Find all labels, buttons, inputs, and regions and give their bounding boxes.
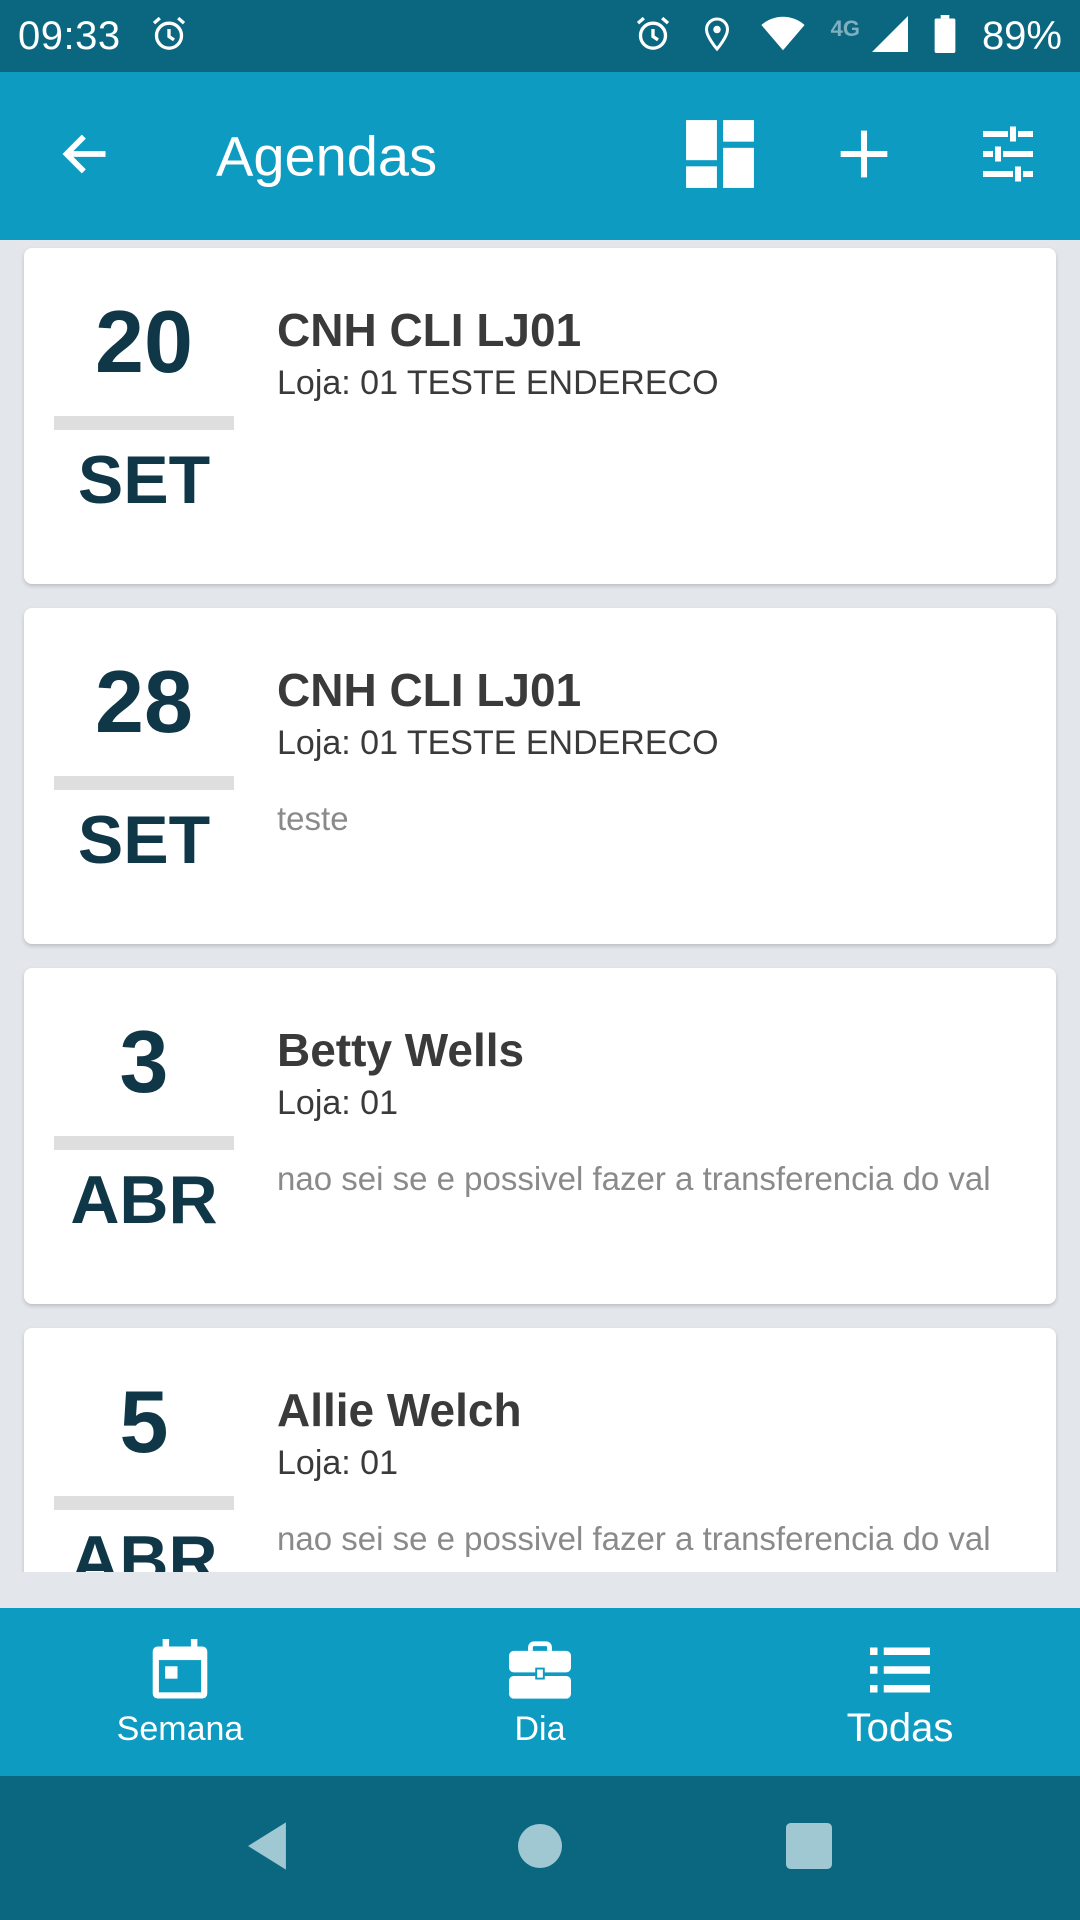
nav-dia[interactable]: Dia	[360, 1608, 720, 1776]
nav-label: Dia	[514, 1710, 566, 1748]
status-bar: 09:33 4G 89%	[0, 0, 1080, 72]
network-type-label: 4G	[830, 16, 860, 41]
nav-label: Todas	[846, 1706, 954, 1750]
agenda-card[interactable]: 5 ABR Allie Welch Loja: 01 nao sei se e …	[24, 1328, 1056, 1572]
filter-button[interactable]	[966, 114, 1050, 198]
date-day: 3	[119, 1012, 169, 1111]
dashboard-icon	[683, 117, 757, 196]
card-title: Betty Wells	[277, 1024, 525, 1076]
date-block: 20 SET	[54, 248, 234, 584]
battery-percentage: 89%	[981, 13, 1062, 58]
date-block: 3 ABR	[54, 968, 234, 1304]
card-title: CNH CLI LJ01	[277, 664, 582, 716]
nav-todas[interactable]: Todas	[720, 1608, 1080, 1776]
dashboard-button[interactable]	[678, 114, 762, 198]
agenda-card[interactable]: 20 SET CNH CLI LJ01 Loja: 01 TESTE ENDER…	[24, 248, 1056, 584]
signal-icon	[871, 15, 908, 57]
card-info: Betty Wells Loja: 01 nao sei se e possiv…	[277, 1024, 1017, 1199]
nav-label: Semana	[116, 1710, 244, 1748]
calendar-icon	[148, 1638, 212, 1702]
date-divider	[54, 1496, 234, 1510]
date-block: 28 SET	[54, 608, 234, 944]
circle-home-icon	[518, 1823, 562, 1873]
page-title: Agendas	[216, 124, 438, 188]
card-subtitle: Loja: 01	[277, 1443, 398, 1482]
card-title: Allie Welch	[277, 1384, 522, 1436]
add-icon	[836, 126, 892, 187]
date-month: ABR	[70, 1522, 218, 1572]
card-info: CNH CLI LJ01 Loja: 01 TESTE ENDERECO tes…	[277, 664, 1017, 839]
nav-semana[interactable]: Semana	[0, 1608, 360, 1776]
card-note: nao sei se e possivel fazer a transferen…	[277, 1159, 991, 1197]
date-day: 28	[95, 652, 193, 751]
status-time: 09:33	[18, 13, 121, 58]
triangle-back-icon	[243, 1820, 291, 1877]
date-month: ABR	[70, 1162, 218, 1238]
system-back-button[interactable]	[227, 1808, 307, 1888]
card-info: CNH CLI LJ01 Loja: 01 TESTE ENDERECO	[277, 304, 1017, 404]
date-day: 20	[95, 292, 193, 391]
card-note: teste	[277, 799, 349, 837]
system-recents-button[interactable]	[769, 1808, 849, 1888]
briefcase-icon	[508, 1638, 572, 1702]
wifi-icon	[760, 16, 805, 57]
agenda-list[interactable]: 20 SET CNH CLI LJ01 Loja: 01 TESTE ENDER…	[0, 240, 1080, 1572]
agenda-card[interactable]: 3 ABR Betty Wells Loja: 01 nao sei se e …	[24, 968, 1056, 1304]
add-button[interactable]	[822, 114, 906, 198]
date-divider	[54, 776, 234, 790]
date-divider	[54, 1136, 234, 1150]
card-note: nao sei se e possivel fazer a transferen…	[277, 1519, 991, 1557]
system-navigation	[0, 1776, 1080, 1920]
system-home-button[interactable]	[500, 1808, 580, 1888]
date-day: 5	[119, 1372, 169, 1471]
date-month: SET	[77, 802, 211, 878]
card-subtitle: Loja: 01	[277, 1083, 398, 1122]
date-month: SET	[77, 442, 211, 518]
date-divider	[54, 416, 234, 430]
date-block: 5 ABR	[54, 1328, 234, 1572]
arrow-back-icon	[60, 128, 112, 185]
bottom-navigation: Semana Dia Todas	[0, 1608, 1080, 1776]
app-bar: Agendas	[0, 72, 1080, 240]
card-title: CNH CLI LJ01	[277, 304, 582, 356]
tune-icon	[978, 124, 1038, 189]
card-info: Allie Welch Loja: 01 nao sei se e possiv…	[277, 1384, 1017, 1559]
square-recents-icon	[786, 1822, 832, 1874]
back-button[interactable]	[54, 124, 118, 188]
list-icon	[868, 1638, 932, 1702]
card-subtitle: Loja: 01 TESTE ENDERECO	[277, 723, 719, 762]
agenda-card[interactable]: 28 SET CNH CLI LJ01 Loja: 01 TESTE ENDER…	[24, 608, 1056, 944]
alarm-icon	[633, 14, 673, 59]
card-subtitle: Loja: 01 TESTE ENDERECO	[277, 363, 719, 402]
alarm-icon	[149, 14, 189, 59]
location-icon	[699, 14, 735, 59]
battery-icon	[934, 14, 956, 58]
